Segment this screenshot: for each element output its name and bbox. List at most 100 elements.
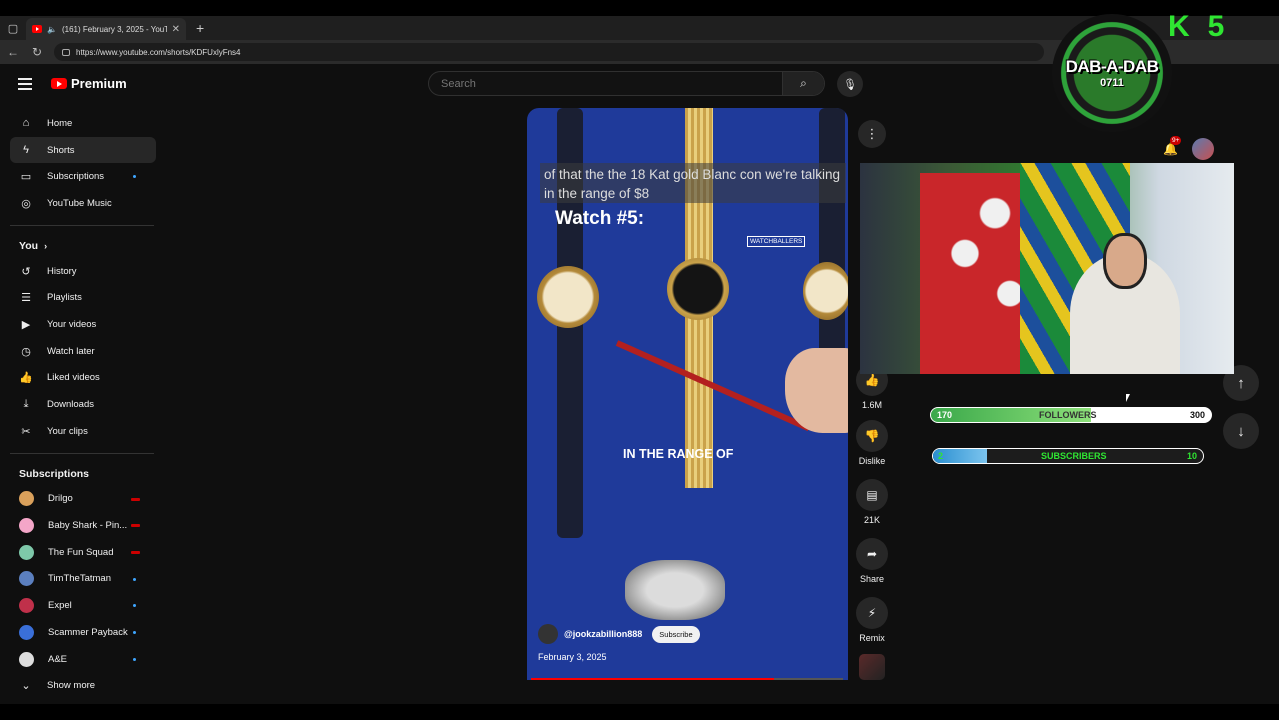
followers-goal: 300 (1189, 410, 1205, 420)
next-short-button[interactable]: ↓ (1223, 413, 1259, 449)
playlists-icon: ☰ (21, 292, 31, 305)
sidebar-item-your-videos[interactable]: ▶ Your videos (10, 311, 156, 338)
download-icon: ⤓ (23, 398, 29, 411)
sidebar-item-downloads[interactable]: ⤓ Downloads (10, 391, 156, 418)
followers-goal-bar: 170 FOLLOWERS 300 (930, 407, 1212, 423)
sidebar-item-label: Downloads (47, 399, 94, 411)
back-icon[interactable]: ← (6, 45, 20, 59)
comment-count: 21K (863, 515, 880, 525)
search-button[interactable]: ⌕ (782, 72, 824, 95)
video-progress-bar[interactable] (531, 678, 843, 680)
sidebar-sub-expel[interactable]: Expel (10, 592, 156, 619)
new-tab-icon[interactable]: + (196, 20, 204, 36)
sidebar-divider (10, 452, 154, 454)
sidebar-item-liked-videos[interactable]: 👍 Liked videos (10, 365, 156, 392)
subscribers-goal: 10 (1186, 451, 1197, 461)
channel-info: @jookzabillion888 Subscribe (538, 624, 700, 644)
like-count: 1.6M (861, 400, 882, 410)
voice-search-button[interactable]: 🎙 (837, 71, 863, 97)
sidebar-item-label: Baby Shark - Pin... (48, 520, 128, 532)
sidebar-item-subscriptions[interactable]: ▭ Subscriptions (10, 163, 156, 190)
share-button[interactable]: ➦ Share (855, 538, 889, 584)
sidebar-sub-timthetatman[interactable]: TimTheTatman (10, 566, 156, 593)
sidebar-show-more[interactable]: ⌄ Show more (10, 672, 156, 699)
scissors-icon: ✂ (21, 425, 31, 438)
youtube-favicon-icon (32, 25, 42, 33)
video-progress-fill (531, 678, 775, 680)
logo-text: Premium (71, 76, 127, 91)
sidebar-item-history[interactable]: ↺ History (10, 258, 156, 285)
sidebar-item-label: Your clips (47, 425, 88, 437)
sidebar-item-home[interactable]: ⌂ Home (10, 110, 156, 137)
mouse-cursor-icon (1126, 394, 1130, 402)
sidebar-item-playlists[interactable]: ☰ Playlists (10, 284, 156, 311)
channel-avatar (19, 598, 34, 614)
sidebar-item-watch-later[interactable]: ◷ Watch later (10, 338, 156, 365)
arrow-up-icon: ↑ (1237, 374, 1245, 392)
avatar[interactable] (1191, 138, 1214, 160)
header-right-actions: 🔔 9+ (1163, 136, 1214, 160)
sidebar-item-label: Drilgo (48, 493, 73, 505)
subscribers-goal-bar: 2 SUBSCRIBERS 10 (932, 448, 1204, 464)
arrow-down-icon: ↓ (1237, 422, 1245, 440)
close-tab-icon[interactable]: ✕ (172, 24, 180, 35)
channel-avatar[interactable] (538, 624, 558, 644)
sidebar-sub-scammer-payback[interactable]: Scammer Payback (10, 619, 156, 646)
section-heading: You (19, 239, 39, 252)
watch-later-icon: ◷ (21, 345, 31, 358)
new-content-dot (133, 657, 136, 661)
sidebar-item-shorts[interactable]: ϟ Shorts (10, 136, 156, 164)
shorts-video-player[interactable]: of that the the 18 Kat gold Blanc con we… (527, 108, 848, 680)
channel-handle[interactable]: @jookzabillion888 (564, 629, 642, 639)
window-menu-icon[interactable]: ▢ (0, 22, 26, 35)
closed-caption: of that the the 18 Kat gold Blanc con we… (540, 163, 846, 203)
section-heading: Subscriptions (19, 467, 90, 480)
sound-thumbnail[interactable] (859, 654, 885, 680)
dislike-icon: 👎 (864, 429, 880, 443)
screen-bottom-border (0, 704, 1279, 720)
followers-current: 170 (937, 410, 953, 420)
sidebar-item-label: Show more (47, 680, 96, 692)
music-icon: ◎ (21, 197, 31, 210)
live-indicator (131, 497, 140, 501)
search-icon: ⌕ (800, 76, 807, 90)
hamburger-menu-icon[interactable] (18, 78, 32, 90)
microphone-icon: 🎙 (843, 78, 857, 91)
sidebar-item-your-clips[interactable]: ✂ Your clips (10, 418, 156, 445)
sidebar-item-label: Watch later (47, 345, 95, 357)
sidebar-sub-a-and-e[interactable]: A&E (10, 646, 156, 673)
new-content-dot (133, 175, 136, 179)
remix-icon: ⚡ (867, 606, 877, 620)
url-field[interactable]: https://www.youtube.com/shorts/KDFUxlyFn… (54, 43, 1044, 61)
speaker-icon[interactable]: 🔈 (47, 25, 57, 34)
chevron-right-icon: › (44, 240, 48, 251)
comments-button[interactable]: ▤ 21K (855, 479, 889, 525)
sidebar-sub-baby-shark[interactable]: Baby Shark - Pin... (10, 512, 156, 539)
screen-top-border (0, 0, 1279, 16)
more-options-button[interactable]: ⋮ (858, 120, 886, 148)
browser-tab-active[interactable]: 🔈 (161) February 3, 2025 - YouT ✕ (26, 18, 186, 40)
sidebar-sub-the-fun-squad[interactable]: The Fun Squad (10, 539, 156, 566)
sidebar-item-youtube-music[interactable]: ◎ YouTube Music (10, 190, 156, 217)
subscribe-button[interactable]: Subscribe (652, 625, 700, 643)
reload-icon[interactable]: ↻ (30, 45, 44, 59)
more-vert-icon: ⋮ (865, 126, 879, 141)
remix-button[interactable]: ⚡ Remix (855, 597, 889, 643)
sidebar-item-label: A&E (48, 653, 68, 665)
youtube-app: Premium ⌕ 🎙 ⌂ Home ϟ Shorts ▭ Subscriptions… (0, 64, 1279, 704)
channel-avatar (19, 544, 34, 560)
search-input[interactable] (429, 77, 782, 90)
youtube-premium-logo[interactable]: Premium (51, 76, 127, 91)
streamer-webcam (860, 163, 1234, 374)
sidebar-item-label: Scammer Payback (48, 626, 128, 638)
sidebar-item-label: TimTheTatman (48, 573, 111, 585)
sidebar-sub-drilgo[interactable]: Drilgo (10, 486, 156, 513)
lock-icon (62, 48, 70, 56)
notifications-button[interactable]: 🔔 9+ (1163, 136, 1182, 156)
home-icon: ⌂ (22, 117, 30, 130)
dislike-button[interactable]: 👎 Dislike (855, 420, 889, 466)
remix-label: Remix (859, 633, 885, 643)
logo-line2: 0711 (1100, 77, 1124, 89)
sidebar-you-heading[interactable]: You › (10, 234, 156, 258)
watch-dial (803, 262, 848, 320)
